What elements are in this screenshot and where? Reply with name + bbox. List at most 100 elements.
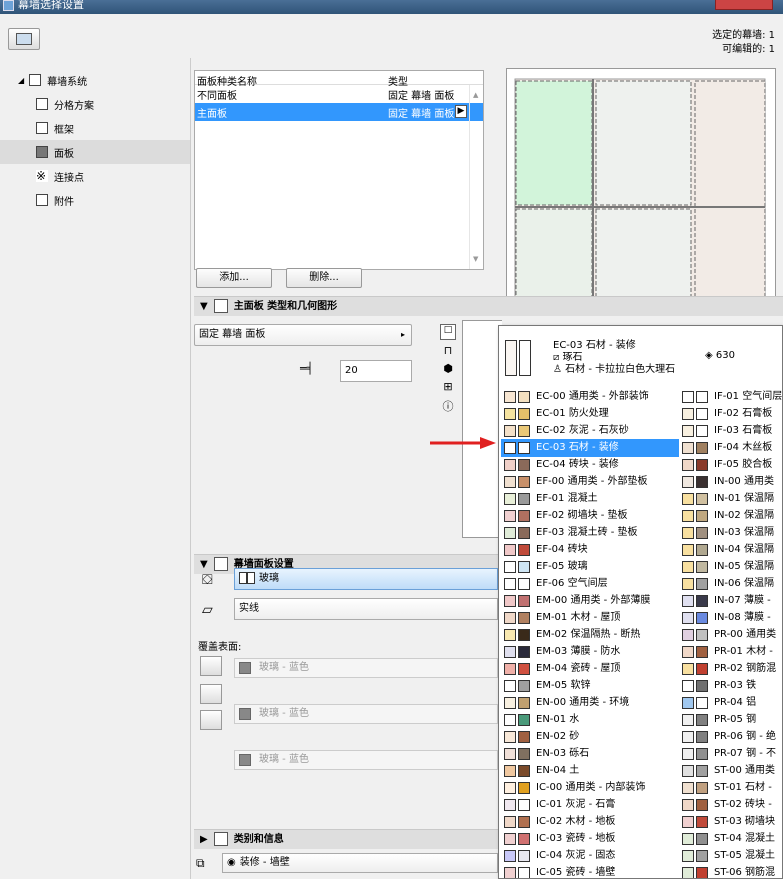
line-type-dropdown[interactable]: 实线 [234, 598, 498, 620]
material-item[interactable]: IF-03 石膏板 [679, 422, 782, 440]
material-item[interactable]: PR-00 通用类 [679, 626, 782, 644]
material-item[interactable]: EC-02 灰泥 - 石灰砂 [501, 422, 679, 440]
material-item[interactable]: EF-00 通用类 - 外部垫板 [501, 473, 679, 491]
material-item[interactable]: IN-06 保温隔 [679, 575, 782, 593]
play-icon[interactable]: ▶ [455, 105, 467, 118]
material-item[interactable]: EN-04 土 [501, 762, 679, 780]
material-item[interactable]: EF-05 玻璃 [501, 558, 679, 576]
panel-icon [36, 146, 48, 158]
tree-item-panel[interactable]: 面板 [0, 140, 190, 164]
material-item[interactable]: PR-04 铝 [679, 694, 782, 712]
tree-root[interactable]: ◢ 幕墙系统 [0, 68, 190, 92]
material-item[interactable]: EM-00 通用类 - 外部薄膜 [501, 592, 679, 610]
material-item[interactable]: IF-02 石膏板 [679, 405, 782, 423]
material-item[interactable]: IN-08 薄膜 - [679, 609, 782, 627]
tree-item-accessory[interactable]: 附件 [0, 188, 190, 212]
material-label: PR-04 铝 [714, 697, 757, 708]
surface-swatch-icon [696, 459, 708, 471]
tree-item-scheme[interactable]: 分格方案 [0, 92, 190, 116]
thickness-input[interactable]: 20 [340, 360, 412, 382]
cover-label: 覆盖表面: [198, 642, 242, 653]
material-label: PR-00 通用类 [714, 629, 777, 640]
material-item[interactable]: ST-06 钢筋混 [679, 864, 782, 878]
cover-surface-2[interactable]: 玻璃 - 蓝色 [234, 704, 498, 724]
material-item[interactable]: PR-06 钢 - 绝 [679, 728, 782, 746]
material-dropdown[interactable]: 玻璃 [234, 568, 498, 590]
favorites-button[interactable] [8, 28, 40, 50]
material-item[interactable]: IN-03 保温隔 [679, 524, 782, 542]
material-item[interactable]: ST-00 通用类 [679, 762, 782, 780]
material-item[interactable]: IC-00 通用类 - 内部装饰 [501, 779, 679, 797]
material-item[interactable]: PR-02 钢筋混 [679, 660, 782, 678]
list-item[interactable]: 不同面板 固定 幕墙 面板 [195, 85, 483, 103]
material-item[interactable]: EF-01 混凝土 [501, 490, 679, 508]
material-item[interactable]: ST-05 混凝土 [679, 847, 782, 865]
list-item[interactable]: 主面板 固定 幕墙 面板 ▶ [195, 103, 483, 121]
material-item[interactable]: EN-00 通用类 - 环境 [501, 694, 679, 712]
panel-type-list[interactable]: 面板种类名称 类型 不同面板 固定 幕墙 面板 主面板 固定 幕墙 面板 ▶ ▲… [194, 70, 484, 270]
cover-override-1-button[interactable] [200, 656, 222, 676]
material-item[interactable]: IN-04 保温隔 [679, 541, 782, 559]
material-item[interactable]: IF-04 木丝板 [679, 439, 782, 457]
view-3d-icon[interactable]: ⬢ [443, 362, 453, 376]
building-material-popup[interactable]: EC-03 石材 - 装修 ⧄ 琢石 ♙ 石材 - 卡拉拉白色大理石 ◈ 630… [498, 325, 783, 879]
cover-override-2-button[interactable] [200, 684, 222, 704]
view-width-icon[interactable]: ⊞ [443, 380, 452, 394]
material-item[interactable]: IF-05 胶合板 [679, 456, 782, 474]
info-icon[interactable]: ⓘ [443, 398, 454, 413]
delete-button[interactable]: 删除... [286, 268, 362, 288]
surface-swatch-icon [696, 748, 708, 760]
view-toggles: □ ⊓ ⬢ ⊞ ⓘ [440, 324, 456, 413]
view-panel-icon[interactable]: □ [440, 324, 456, 340]
close-button[interactable] [715, 0, 773, 10]
material-item[interactable]: ST-03 砌墙块 [679, 813, 782, 831]
material-item[interactable]: IC-03 瓷砖 - 地板 [501, 830, 679, 848]
material-item[interactable]: EF-02 砌墙块 - 垫板 [501, 507, 679, 525]
material-item[interactable]: IF-01 空气间层 [679, 388, 782, 406]
scrollbar[interactable]: ▲ ▼ [469, 85, 483, 269]
material-item[interactable]: EF-03 混凝土砖 - 垫板 [501, 524, 679, 542]
view-section-icon[interactable]: ⊓ [444, 344, 453, 358]
layer-dropdown[interactable]: ◉ 装修 - 墙壁 [222, 853, 498, 873]
material-item[interactable]: EM-02 保温隔热 - 断热 [501, 626, 679, 644]
material-item[interactable]: PR-05 钢 [679, 711, 782, 729]
material-item[interactable]: EC-03 石材 - 装修 [501, 439, 679, 457]
material-item[interactable]: PR-03 铁 [679, 677, 782, 695]
material-item[interactable]: EC-04 砖块 - 装修 [501, 456, 679, 474]
panel-type-dropdown[interactable]: 固定 幕墙 面板 ▸ [194, 324, 412, 346]
material-item[interactable]: ST-04 混凝土 [679, 830, 782, 848]
material-item[interactable]: IC-04 灰泥 - 固态 [501, 847, 679, 865]
material-item[interactable]: PR-07 钢 - 不 [679, 745, 782, 763]
cover-override-3-button[interactable] [200, 710, 222, 730]
material-item[interactable]: IC-02 木材 - 地板 [501, 813, 679, 831]
material-item[interactable]: EN-03 砾石 [501, 745, 679, 763]
tree-item-junction[interactable]: ※ 连接点 [0, 164, 190, 188]
tree-item-frame[interactable]: 框架 [0, 116, 190, 140]
material-item[interactable]: IC-05 瓷砖 - 墙壁 [501, 864, 679, 878]
material-item[interactable]: EM-03 薄膜 - 防水 [501, 643, 679, 661]
surface-swatch-icon [518, 493, 530, 505]
material-item[interactable]: EF-06 空气间层 [501, 575, 679, 593]
material-item[interactable]: EM-04 瓷砖 - 屋顶 [501, 660, 679, 678]
material-item[interactable]: EC-00 通用类 - 外部装饰 [501, 388, 679, 406]
material-item[interactable]: EN-02 砂 [501, 728, 679, 746]
section-geometry-header[interactable]: ▼ 主面板 类型和几何图形 [194, 296, 783, 316]
cover-surface-3[interactable]: 玻璃 - 蓝色 [234, 750, 498, 770]
material-item[interactable]: ST-01 石材 - [679, 779, 782, 797]
material-item[interactable]: IN-02 保温隔 [679, 507, 782, 525]
material-item[interactable]: IN-01 保温隔 [679, 490, 782, 508]
material-item[interactable]: EN-01 水 [501, 711, 679, 729]
material-item[interactable]: IN-00 通用类 [679, 473, 782, 491]
material-item[interactable]: IC-01 灰泥 - 石膏 [501, 796, 679, 814]
material-item[interactable]: PR-01 木材 - [679, 643, 782, 661]
material-item[interactable]: EM-01 木材 - 屋顶 [501, 609, 679, 627]
add-button[interactable]: 添加... [196, 268, 272, 288]
material-item[interactable]: ST-02 砖块 - [679, 796, 782, 814]
material-item[interactable]: IN-07 薄膜 - [679, 592, 782, 610]
fill-swatch-icon [682, 714, 694, 726]
cover-surface-1[interactable]: 玻璃 - 蓝色 [234, 658, 498, 678]
material-item[interactable]: EM-05 软锌 [501, 677, 679, 695]
material-item[interactable]: EC-01 防火处理 [501, 405, 679, 423]
material-item[interactable]: IN-05 保温隔 [679, 558, 782, 576]
material-item[interactable]: EF-04 砖块 [501, 541, 679, 559]
